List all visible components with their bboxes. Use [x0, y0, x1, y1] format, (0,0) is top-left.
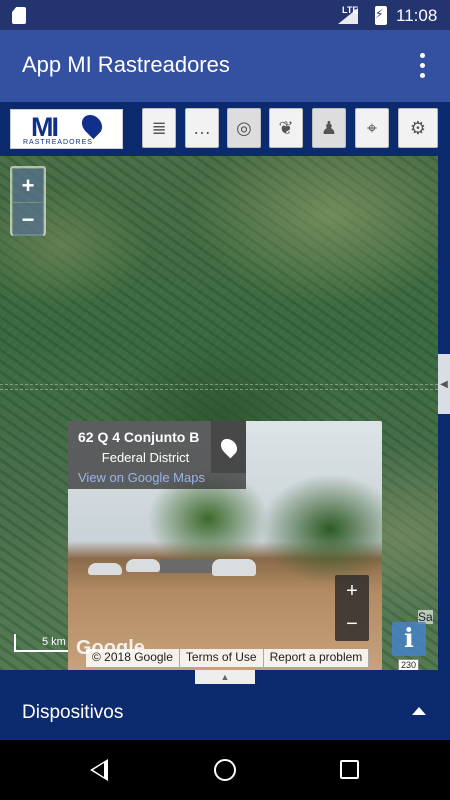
street-view-panel[interactable]: 62 Q 4 Conjunto B Federal District View … [68, 421, 382, 670]
pet-button[interactable]: ❦ [269, 108, 303, 148]
chevron-up-icon: ▲ [220, 672, 230, 682]
map-pin-icon [217, 435, 240, 459]
map-scale-bar: 5 km [14, 634, 70, 652]
report-problem-link[interactable]: Report a problem [264, 649, 370, 667]
map-road [0, 384, 438, 390]
expand-up-icon[interactable] [412, 707, 426, 715]
more-vert-icon[interactable] [410, 50, 434, 80]
person-pin-icon: ♟ [320, 117, 338, 138]
road-shield: 230 [398, 659, 420, 670]
brand-logo: MI RASTREADORES [10, 109, 123, 149]
attribution-bar: © 2018 Google Terms of Use Report a prob… [86, 649, 370, 667]
street-view-region: Federal District [101, 450, 190, 465]
settings-button[interactable]: ⚙ [398, 108, 438, 148]
bottom-sheet: ▲ Dispositivos [0, 670, 450, 740]
info-button[interactable]: i [392, 622, 426, 656]
chat-icon: … [193, 117, 211, 138]
person-button[interactable]: ♟ [312, 108, 346, 148]
paw-icon: ❦ [278, 117, 294, 138]
recents-icon[interactable] [340, 760, 359, 779]
car-image [126, 559, 160, 572]
crosshair-icon: ⌖ [366, 117, 378, 138]
document-icon: ≣ [151, 117, 167, 138]
battery-charging-icon [375, 6, 387, 25]
target-button[interactable]: ◎ [227, 108, 261, 148]
locate-button[interactable]: ⌖ [355, 108, 389, 148]
system-nav-bar [0, 740, 450, 800]
street-view-pin-button[interactable] [211, 421, 246, 473]
copyright-text: © 2018 Google [86, 649, 180, 667]
chat-button[interactable]: … [185, 108, 219, 148]
logo-subtitle: RASTREADORES [23, 139, 93, 146]
status-bar: LTE 11:08 [0, 0, 450, 30]
network-type: LTE [342, 5, 359, 15]
street-view-zoom-out-button[interactable]: − [335, 608, 369, 641]
side-drawer-handle[interactable]: ◀ [438, 354, 450, 414]
back-icon[interactable] [90, 759, 108, 781]
car-image [88, 563, 122, 575]
logo-pin-icon [77, 110, 107, 140]
sd-card-icon [12, 7, 26, 24]
map-zoom-control: + − [10, 166, 46, 236]
satellite-map[interactable]: + − 5 km 62 Q 4 Conjunto B Federal Distr… [0, 156, 438, 670]
bottom-sheet-handle[interactable]: ▲ [195, 670, 255, 684]
app-title: App MI Rastreadores [22, 52, 230, 77]
app-bar: App MI Rastreadores [0, 30, 450, 102]
devices-label[interactable]: Dispositivos [22, 702, 123, 724]
map-zoom-in-button[interactable]: + [13, 169, 43, 202]
toolbar: MI RASTREADORES ≣ … ◎ ❦ ♟ ⌖ ⚙ [0, 102, 450, 156]
document-button[interactable]: ≣ [142, 108, 176, 148]
map-zoom-out-button[interactable]: − [13, 203, 43, 236]
terms-link[interactable]: Terms of Use [180, 649, 264, 667]
home-icon[interactable] [214, 759, 236, 781]
settings-icon: ⚙ [409, 117, 427, 138]
chevron-left-icon: ◀ [440, 378, 448, 390]
street-view-zoom-control: + − [335, 575, 369, 641]
target-icon: ◎ [236, 117, 252, 138]
side-drawer-edge: ◀ [438, 156, 450, 670]
street-view-zoom-in-button[interactable]: + [335, 575, 369, 608]
clock: 11:08 [396, 6, 438, 25]
car-image [212, 559, 256, 576]
